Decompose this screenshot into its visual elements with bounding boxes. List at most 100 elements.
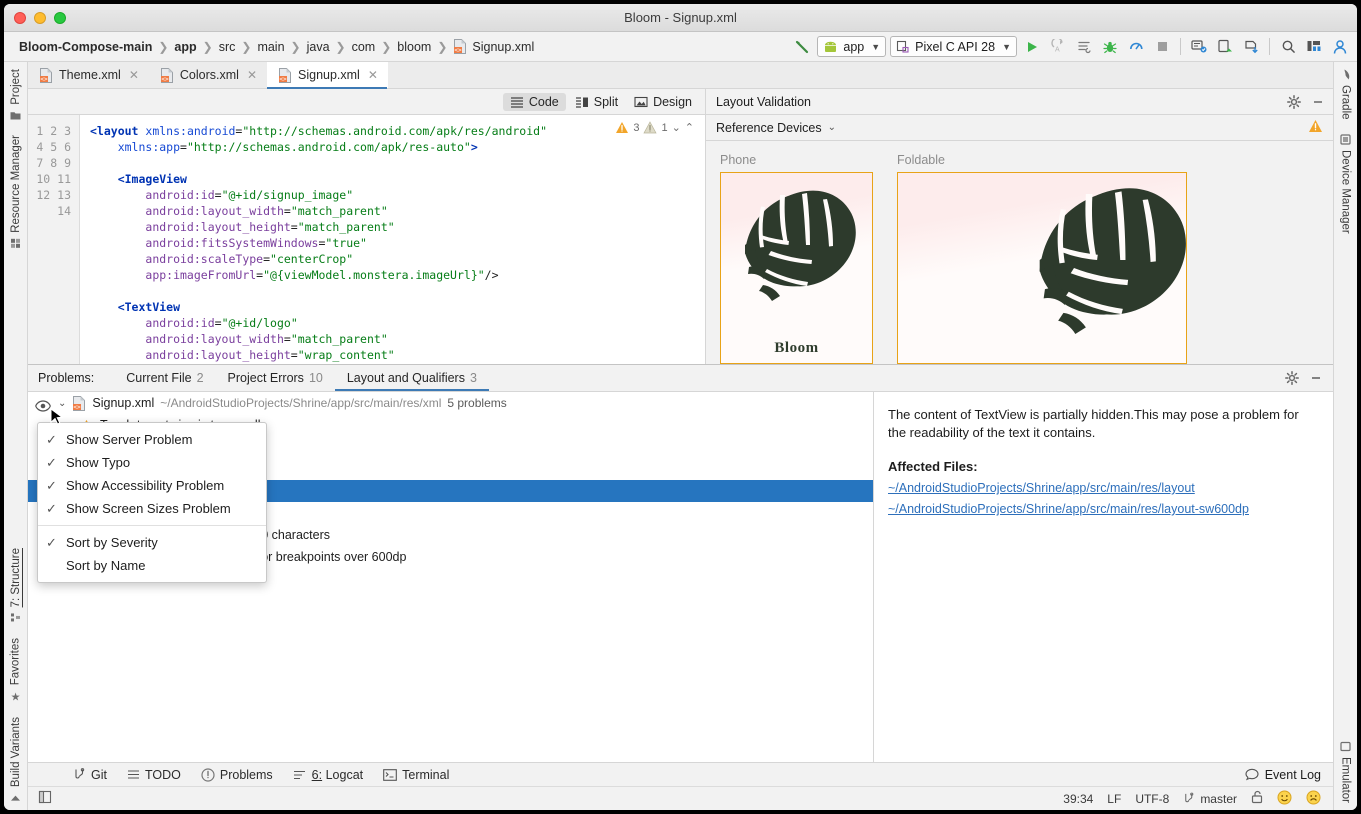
unlocked-icon[interactable]: [1251, 790, 1263, 807]
minimize-icon[interactable]: [1311, 95, 1325, 109]
project-structure-icon[interactable]: [1303, 36, 1325, 58]
sidebar-item-gradle[interactable]: Gradle: [1340, 62, 1352, 127]
close-icon[interactable]: ✕: [129, 68, 139, 82]
gear-icon[interactable]: [1287, 95, 1301, 109]
problems-icon: [201, 768, 215, 782]
git-branch-widget[interactable]: master: [1183, 792, 1237, 806]
editor-tab-bar: <> Theme.xml ✕ <> Colors.xml ✕ <> Signup…: [28, 62, 1333, 89]
account-icon[interactable]: [1329, 36, 1351, 58]
menu-item-show-screen-sizes-problem[interactable]: ✓ Show Screen Sizes Problem: [38, 497, 266, 520]
bottom-tab-todo[interactable]: TODO: [118, 766, 190, 784]
sidebar-item-favorites[interactable]: ★ Favorites: [9, 631, 22, 710]
tab-layout-and-qualifiers[interactable]: Layout and Qualifiers 3: [335, 365, 489, 391]
sidebar-item-label: Build Variants: [10, 717, 22, 787]
breadcrumb-item-app[interactable]: app: [171, 39, 199, 55]
menu-item-show-server-problem[interactable]: ✓ Show Server Problem: [38, 428, 266, 451]
menu-item-sort-by-severity[interactable]: ✓ Sort by Severity: [38, 531, 266, 554]
panel-title: Layout Validation: [716, 95, 811, 109]
problem-detail-panel: The content of TextView is partially hid…: [874, 392, 1333, 762]
event-log-button[interactable]: Event Log: [1245, 768, 1333, 782]
device-manager-icon: [1340, 134, 1351, 145]
apply-changes-icon[interactable]: A: [1047, 36, 1069, 58]
sidebar-item-project[interactable]: Project: [10, 62, 22, 128]
device-preview-phone[interactable]: Phone: [720, 153, 873, 364]
chevron-up-icon[interactable]: ⌃: [685, 121, 694, 134]
chevron-down-icon[interactable]: ⌄: [828, 122, 836, 133]
gradle-sync-icon[interactable]: [1240, 36, 1262, 58]
preview-frame-phone[interactable]: Bloom: [720, 172, 873, 364]
tab-project-errors[interactable]: Project Errors 10: [216, 365, 335, 391]
device-selector[interactable]: Pixel C API 28 ▼: [890, 36, 1017, 57]
preview-frame-foldable[interactable]: [897, 172, 1187, 364]
editor-mode-bar: Code Split Design: [28, 89, 705, 115]
reference-devices-dropdown[interactable]: Reference Devices: [716, 121, 822, 135]
line-separator[interactable]: LF: [1107, 792, 1121, 806]
line-number-gutter: 1 2 3 4 5 6 7 8 9 10 11 12 13 14: [28, 115, 80, 364]
close-icon[interactable]: ✕: [368, 68, 378, 82]
breadcrumb-item-main[interactable]: main: [254, 39, 287, 55]
sidebar-item-structure[interactable]: 7: Structure: [10, 541, 22, 630]
happy-face-icon[interactable]: [1277, 790, 1292, 808]
problems-file-row[interactable]: ⌄ <> Signup.xml ~/AndroidStudioProjects/…: [28, 392, 873, 414]
editor-tab-label: Theme.xml: [59, 68, 121, 82]
close-icon[interactable]: ✕: [247, 68, 257, 82]
bottom-tab-git[interactable]: Git: [64, 766, 116, 784]
menu-item-show-typo[interactable]: ✓ Show Typo: [38, 451, 266, 474]
problems-filter-popup-menu[interactable]: ✓ Show Server Problem ✓ Show Typo ✓ Show…: [37, 422, 267, 583]
inspection-widget[interactable]: 3 1 ⌄ ⌃: [612, 119, 697, 136]
breadcrumb-item-java[interactable]: java: [304, 39, 333, 55]
tab-code[interactable]: Code: [503, 93, 566, 111]
stop-icon[interactable]: [1151, 36, 1173, 58]
menu-item-sort-by-name[interactable]: Sort by Name: [38, 554, 266, 577]
affected-file-link[interactable]: ~/AndroidStudioProjects/Shrine/app/src/m…: [888, 479, 1317, 497]
breadcrumb-item-src[interactable]: src: [216, 39, 239, 55]
sidebar-item-device-manager[interactable]: Device Manager: [1340, 127, 1352, 241]
editor-tab-signup[interactable]: <> Signup.xml ✕: [267, 62, 388, 88]
sidebar-item-label: Favorites: [10, 638, 22, 685]
tab-split[interactable]: Split: [568, 93, 625, 111]
code-editor[interactable]: 1 2 3 4 5 6 7 8 9 10 11 12 13 14 <layout…: [28, 115, 705, 364]
bottom-tab-terminal[interactable]: Terminal: [374, 766, 458, 784]
editor-tab-colors[interactable]: <> Colors.xml ✕: [149, 62, 267, 88]
minimize-icon[interactable]: [1309, 371, 1323, 385]
editor-row: Code Split Design 1 2 3 4 5 6 7 8 9 10 1…: [28, 89, 1333, 364]
toggle-sidebar-icon[interactable]: [38, 790, 52, 807]
gear-icon[interactable]: [1285, 371, 1299, 385]
affected-file-link[interactable]: ~/AndroidStudioProjects/Shrine/app/src/m…: [888, 500, 1317, 518]
caret-position[interactable]: 39:34: [1063, 792, 1093, 806]
module-selector[interactable]: app ▼: [817, 36, 886, 57]
breadcrumb-item-com[interactable]: com: [349, 39, 379, 55]
resource-manager-icon: [10, 238, 21, 249]
validation-warning-badge[interactable]: [1308, 119, 1323, 136]
chevron-down-icon[interactable]: ⌄: [672, 121, 681, 134]
sidebar-item-build-variants[interactable]: Build Variants: [10, 710, 22, 810]
menu-item-label: Show Screen Sizes Problem: [66, 501, 231, 516]
breadcrumb-item-project[interactable]: Bloom-Compose-main: [16, 39, 155, 55]
eye-icon[interactable]: [35, 400, 51, 415]
tab-current-file[interactable]: Current File 2: [114, 365, 215, 391]
device-preview-foldable[interactable]: Foldable: [897, 153, 1187, 364]
search-icon[interactable]: [1277, 36, 1299, 58]
code-content[interactable]: <layout xmlns:android="http://schemas.an…: [80, 115, 705, 364]
hammer-icon[interactable]: [791, 36, 813, 58]
profiler-icon[interactable]: [1125, 36, 1147, 58]
bottom-tab-logcat[interactable]: 6: 6: LogcatLogcat: [284, 766, 372, 784]
editor-tab-theme[interactable]: <> Theme.xml ✕: [28, 62, 149, 88]
sidebar-item-resource-manager[interactable]: Resource Manager: [10, 128, 22, 256]
avd-manager-icon[interactable]: [1188, 36, 1210, 58]
sad-face-icon[interactable]: [1306, 790, 1321, 808]
sdk-manager-icon[interactable]: [1214, 36, 1236, 58]
breadcrumb[interactable]: Bloom-Compose-main ❯ app ❯ src ❯ main ❯ …: [16, 38, 537, 55]
sidebar-item-emulator[interactable]: Emulator: [1340, 734, 1352, 810]
breadcrumb-item-file[interactable]: <> Signup.xml: [450, 38, 537, 55]
bottom-tab-problems[interactable]: Problems: [192, 766, 282, 784]
run-icon[interactable]: [1021, 36, 1043, 58]
apply-code-changes-icon[interactable]: [1073, 36, 1095, 58]
bottom-tab-label: Git: [91, 768, 107, 782]
menu-item-show-accessibility-problem[interactable]: ✓ Show Accessibility Problem: [38, 474, 266, 497]
chevron-down-icon[interactable]: ⌄: [58, 398, 66, 409]
breadcrumb-item-bloom[interactable]: bloom: [394, 39, 434, 55]
debug-icon[interactable]: [1099, 36, 1121, 58]
tab-design[interactable]: Design: [627, 93, 699, 111]
file-encoding[interactable]: UTF-8: [1135, 792, 1169, 806]
